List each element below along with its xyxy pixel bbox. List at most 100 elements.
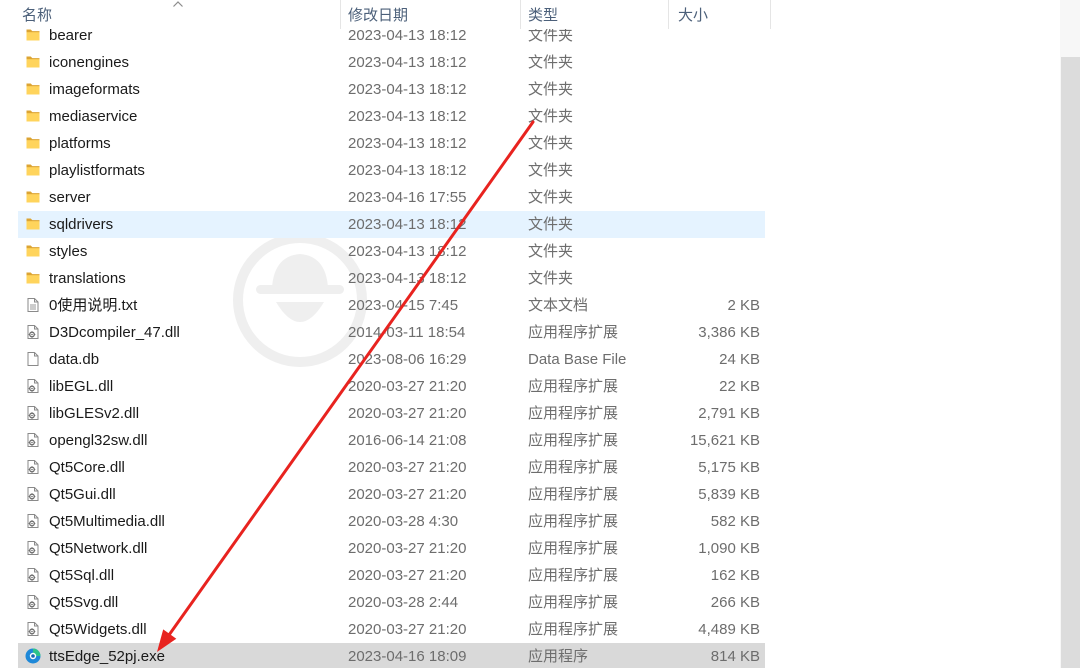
file-row[interactable]: playlistformats 2023-04-13 18:12 文件夹: [18, 157, 765, 184]
file-name: mediaservice: [49, 108, 138, 125]
file-row[interactable]: styles 2023-04-13 18:12 文件夹: [18, 238, 765, 265]
file-name: Qt5Widgets.dll: [49, 621, 147, 638]
file-size: [650, 76, 760, 103]
folder-icon: [25, 189, 41, 205]
file-type: 应用程序扩展: [528, 378, 619, 395]
file-size: [650, 211, 760, 238]
file-type: 文件夹: [528, 54, 574, 71]
text-file-icon: [25, 297, 41, 313]
file-modified-date: 2023-04-13 18:12: [348, 108, 467, 125]
file-row[interactable]: bearer 2023-04-13 18:12 文件夹: [18, 29, 765, 49]
folder-icon: [25, 162, 41, 178]
file-type: 应用程序扩展: [528, 459, 619, 476]
file-type: 文本文档: [528, 297, 589, 314]
file-row[interactable]: sqldrivers 2023-04-13 18:12 文件夹: [18, 211, 765, 238]
file-type: Data Base File: [528, 351, 627, 368]
file-row[interactable]: Qt5Network.dll 2020-03-27 21:20 应用程序扩展 1,09…: [18, 535, 765, 562]
dll-file-icon: [25, 459, 41, 475]
file-size: 24 KB: [719, 351, 760, 368]
file-modified-date: 2020-03-28 2:44: [348, 594, 459, 611]
column-header-name[interactable]: 名称: [0, 0, 341, 29]
file-row[interactable]: Qt5Widgets.dll 2020-03-27 21:20 应用程序扩展 4,48…: [18, 616, 765, 643]
file-modified-date: 2023-04-13 18:12: [348, 81, 467, 98]
folder-icon: [25, 29, 41, 43]
file-size: 4,489 KB: [698, 621, 760, 638]
file-name: bearer: [49, 29, 93, 44]
column-header-size[interactable]: 大小: [669, 0, 771, 29]
folder-icon: [25, 54, 41, 70]
file-size: [650, 238, 760, 265]
file-size: 814 KB: [710, 648, 760, 665]
column-header-size-label: 大小: [678, 7, 709, 24]
file-row[interactable]: 0使用说明.txt 2023-04-15 7:45 文本文档 2 KB: [18, 292, 765, 319]
file-row[interactable]: data.db 2023-08-06 16:29 Data Base File 24 …: [18, 346, 765, 373]
file-size: 5,175 KB: [698, 459, 760, 476]
file-name: libGLESv2.dll: [49, 405, 140, 422]
file-row[interactable]: Qt5Multimedia.dll 2020-03-28 4:30 应用程序扩展 58…: [18, 508, 765, 535]
file-list[interactable]: bearer 2023-04-13 18:12 文件夹 iconengines 2023…: [0, 29, 1060, 668]
file-name: platforms: [49, 135, 111, 152]
file-type: 文件夹: [528, 135, 574, 152]
file-modified-date: 2020-03-27 21:20: [348, 540, 467, 557]
file-row[interactable]: iconengines 2023-04-13 18:12 文件夹: [18, 49, 765, 76]
dll-file-icon: [25, 405, 41, 421]
file-row[interactable]: D3Dcompiler_47.dll 2014-03-11 18:54 应用程序扩展…: [18, 319, 765, 346]
file-row[interactable]: translations 2023-04-13 18:12 文件夹: [18, 265, 765, 292]
file-row[interactable]: server 2023-04-16 17:55 文件夹: [18, 184, 765, 211]
file-row[interactable]: Qt5Gui.dll 2020-03-27 21:20 应用程序扩展 5,839 KB: [18, 481, 765, 508]
file-row[interactable]: ttsEdge_52pj.exe 2023-04-16 18:09 应用程序 814 …: [18, 643, 765, 668]
file-size: 15,621 KB: [689, 432, 760, 449]
file-modified-date: 2020-03-27 21:20: [348, 378, 467, 395]
file-modified-date: 2023-04-13 18:12: [348, 54, 467, 71]
file-modified-date: 2023-08-06 16:29: [348, 351, 467, 368]
file-size: [650, 265, 760, 292]
file-row[interactable]: mediaservice 2023-04-13 18:12 文件夹: [18, 103, 765, 130]
folder-icon: [25, 135, 41, 151]
file-type: 文件夹: [528, 81, 574, 98]
file-row[interactable]: libGLESv2.dll 2020-03-27 21:20 应用程序扩展 2,791…: [18, 400, 765, 427]
folder-icon: [25, 108, 41, 124]
file-row[interactable]: opengl32sw.dll 2016-06-14 21:08 应用程序扩展 15,6…: [18, 427, 765, 454]
file-row[interactable]: Qt5Core.dll 2020-03-27 21:20 应用程序扩展 5,175 K…: [18, 454, 765, 481]
column-header-modified[interactable]: 修改日期: [341, 0, 521, 29]
file-size: 22 KB: [719, 378, 760, 395]
file-name: opengl32sw.dll: [49, 432, 148, 449]
dll-file-icon: [25, 621, 41, 637]
dll-file-icon: [25, 540, 41, 556]
file-row[interactable]: platforms 2023-04-13 18:12 文件夹: [18, 130, 765, 157]
file-row[interactable]: Qt5Svg.dll 2020-03-28 2:44 应用程序扩展 266 KB: [18, 589, 765, 616]
file-modified-date: 2020-03-27 21:20: [348, 459, 467, 476]
file-type: 文件夹: [528, 216, 574, 233]
vertical-scrollbar[interactable]: [1060, 0, 1080, 668]
dll-file-icon: [25, 513, 41, 529]
file-size: [650, 49, 760, 76]
column-header-type-label: 类型: [528, 7, 559, 24]
file-size: [650, 130, 760, 157]
file-modified-date: 2023-04-13 18:12: [348, 243, 467, 260]
dll-file-icon: [25, 567, 41, 583]
file-name: translations: [49, 270, 126, 287]
file-row[interactable]: imageformats 2023-04-13 18:12 文件夹: [18, 76, 765, 103]
file-row[interactable]: Qt5Sql.dll 2020-03-27 21:20 应用程序扩展 162 KB: [18, 562, 765, 589]
file-type: 文件夹: [528, 162, 574, 179]
db-file-icon: [25, 351, 41, 367]
file-type: 应用程序扩展: [528, 621, 619, 638]
file-modified-date: 2023-04-13 18:12: [348, 162, 467, 179]
scrollbar-thumb[interactable]: [1061, 57, 1080, 668]
file-modified-date: 2020-03-27 21:20: [348, 486, 467, 503]
file-modified-date: 2014-03-11 18:54: [348, 324, 466, 341]
column-header-type[interactable]: 类型: [521, 0, 669, 29]
file-size: 2,791 KB: [698, 405, 760, 422]
file-type: 文件夹: [528, 108, 574, 125]
file-name: ttsEdge_52pj.exe: [49, 648, 165, 665]
file-name: Qt5Multimedia.dll: [49, 513, 165, 530]
file-name: 0使用说明.txt: [49, 297, 138, 314]
file-type: 应用程序扩展: [528, 324, 619, 341]
file-size: 266 KB: [710, 594, 760, 611]
file-size: [650, 184, 760, 211]
file-type: 应用程序扩展: [528, 540, 619, 557]
file-modified-date: 2023-04-16 17:55: [348, 189, 467, 206]
file-rows: bearer 2023-04-13 18:12 文件夹 iconengines 2023…: [0, 29, 1060, 668]
file-type: 应用程序扩展: [528, 432, 619, 449]
file-row[interactable]: libEGL.dll 2020-03-27 21:20 应用程序扩展 22 KB: [18, 373, 765, 400]
